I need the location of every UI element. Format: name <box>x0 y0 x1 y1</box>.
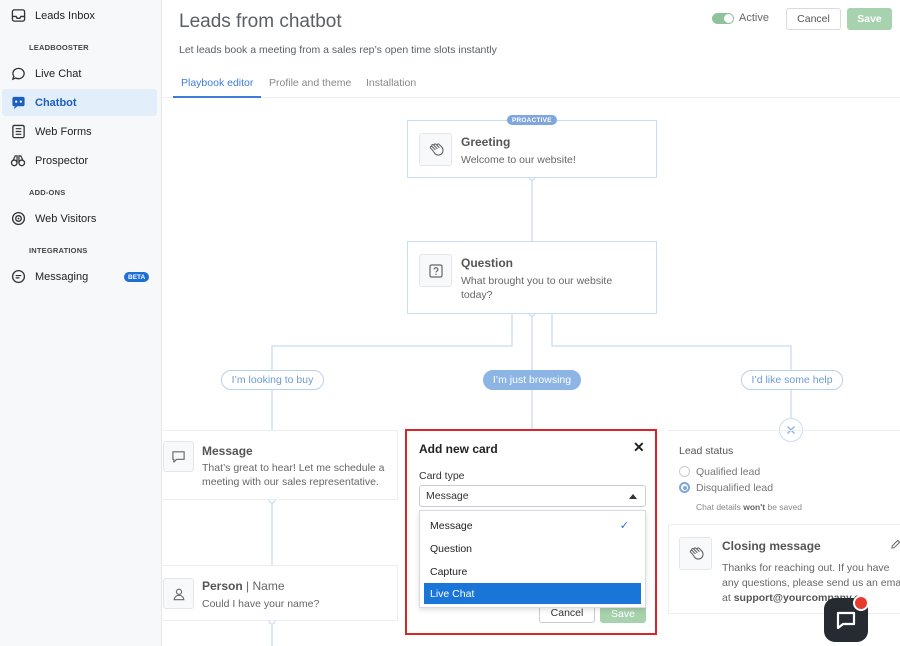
radio-qualified-lead[interactable] <box>679 466 690 477</box>
question-card[interactable]: Question What brought you to our website… <box>407 241 657 314</box>
radio-disqualified-lead[interactable] <box>679 482 690 493</box>
disqualified-lead-label: Disqualified lead <box>696 482 774 494</box>
dropdown-option-message[interactable]: Message ✓ <box>424 515 641 536</box>
chat-bubble-icon <box>836 611 856 630</box>
dropdown-option-capture[interactable]: Capture <box>424 561 641 582</box>
modal-title: Add new card <box>419 442 498 456</box>
dropdown-option-live-chat[interactable]: Live Chat <box>424 583 641 604</box>
card-type-dropdown: Message ✓ Question Capture Live Chat <box>419 510 646 608</box>
checkmark-icon: ✓ <box>619 520 629 532</box>
notification-dot <box>853 595 869 611</box>
question-icon <box>419 254 452 287</box>
option-looking-to-buy[interactable]: I’m looking to buy <box>221 370 324 390</box>
message-text-line2: meeting with our sales representative. <box>202 476 379 488</box>
question-text-line1: What brought you to our website <box>461 275 613 287</box>
lead-status-label: Lead status <box>679 445 734 457</box>
chat-details-note: Chat details won't be saved <box>696 502 802 512</box>
option-like-some-help[interactable]: I’d like some help <box>741 370 843 390</box>
dropdown-option-question[interactable]: Question <box>424 538 641 559</box>
question-title: Question <box>461 256 514 270</box>
person-title-wrap: Person | Name <box>202 579 285 593</box>
message-text-line1: That’s great to hear! Let me schedule a <box>202 462 385 474</box>
close-icon[interactable]: ✕ <box>633 439 645 456</box>
wave-hand-icon <box>679 537 712 570</box>
greeting-card[interactable]: Greeting Welcome to our website! <box>407 120 657 178</box>
person-card[interactable]: Person | Name Could I have your name? <box>163 565 398 621</box>
caret-up-icon <box>629 494 637 499</box>
option-just-browsing[interactable]: I’m just browsing <box>483 370 581 390</box>
edit-pencil-icon[interactable] <box>890 539 900 553</box>
card-type-label: Card type <box>419 470 465 482</box>
person-text: Could I have your name? <box>202 598 320 610</box>
message-bubble-icon <box>163 441 194 472</box>
person-title-suffix: | Name <box>246 579 285 593</box>
wave-hand-icon <box>419 133 452 166</box>
closing-text-line1: Thanks for reaching out. If you have <box>722 562 890 574</box>
card-type-value: Message <box>426 490 469 502</box>
closing-text-line2: any questions, please send us an email <box>722 577 900 589</box>
card-type-select[interactable]: Message <box>419 485 646 507</box>
qualified-lead-label: Qualified lead <box>696 466 761 478</box>
closing-title: Closing message <box>722 539 821 553</box>
greeting-text: Welcome to our website! <box>461 154 576 166</box>
question-text-line2: today? <box>461 289 493 301</box>
message-card[interactable]: Message That’s great to hear! Let me sch… <box>163 430 398 500</box>
proactive-badge: PROACTIVE <box>507 115 557 125</box>
person-title: Person <box>202 579 243 593</box>
person-icon <box>163 578 194 609</box>
add-new-card-modal: Add new card ✕ Card type Message Cancel … <box>405 429 657 635</box>
message-title: Message <box>202 444 253 458</box>
greeting-title: Greeting <box>461 135 511 149</box>
